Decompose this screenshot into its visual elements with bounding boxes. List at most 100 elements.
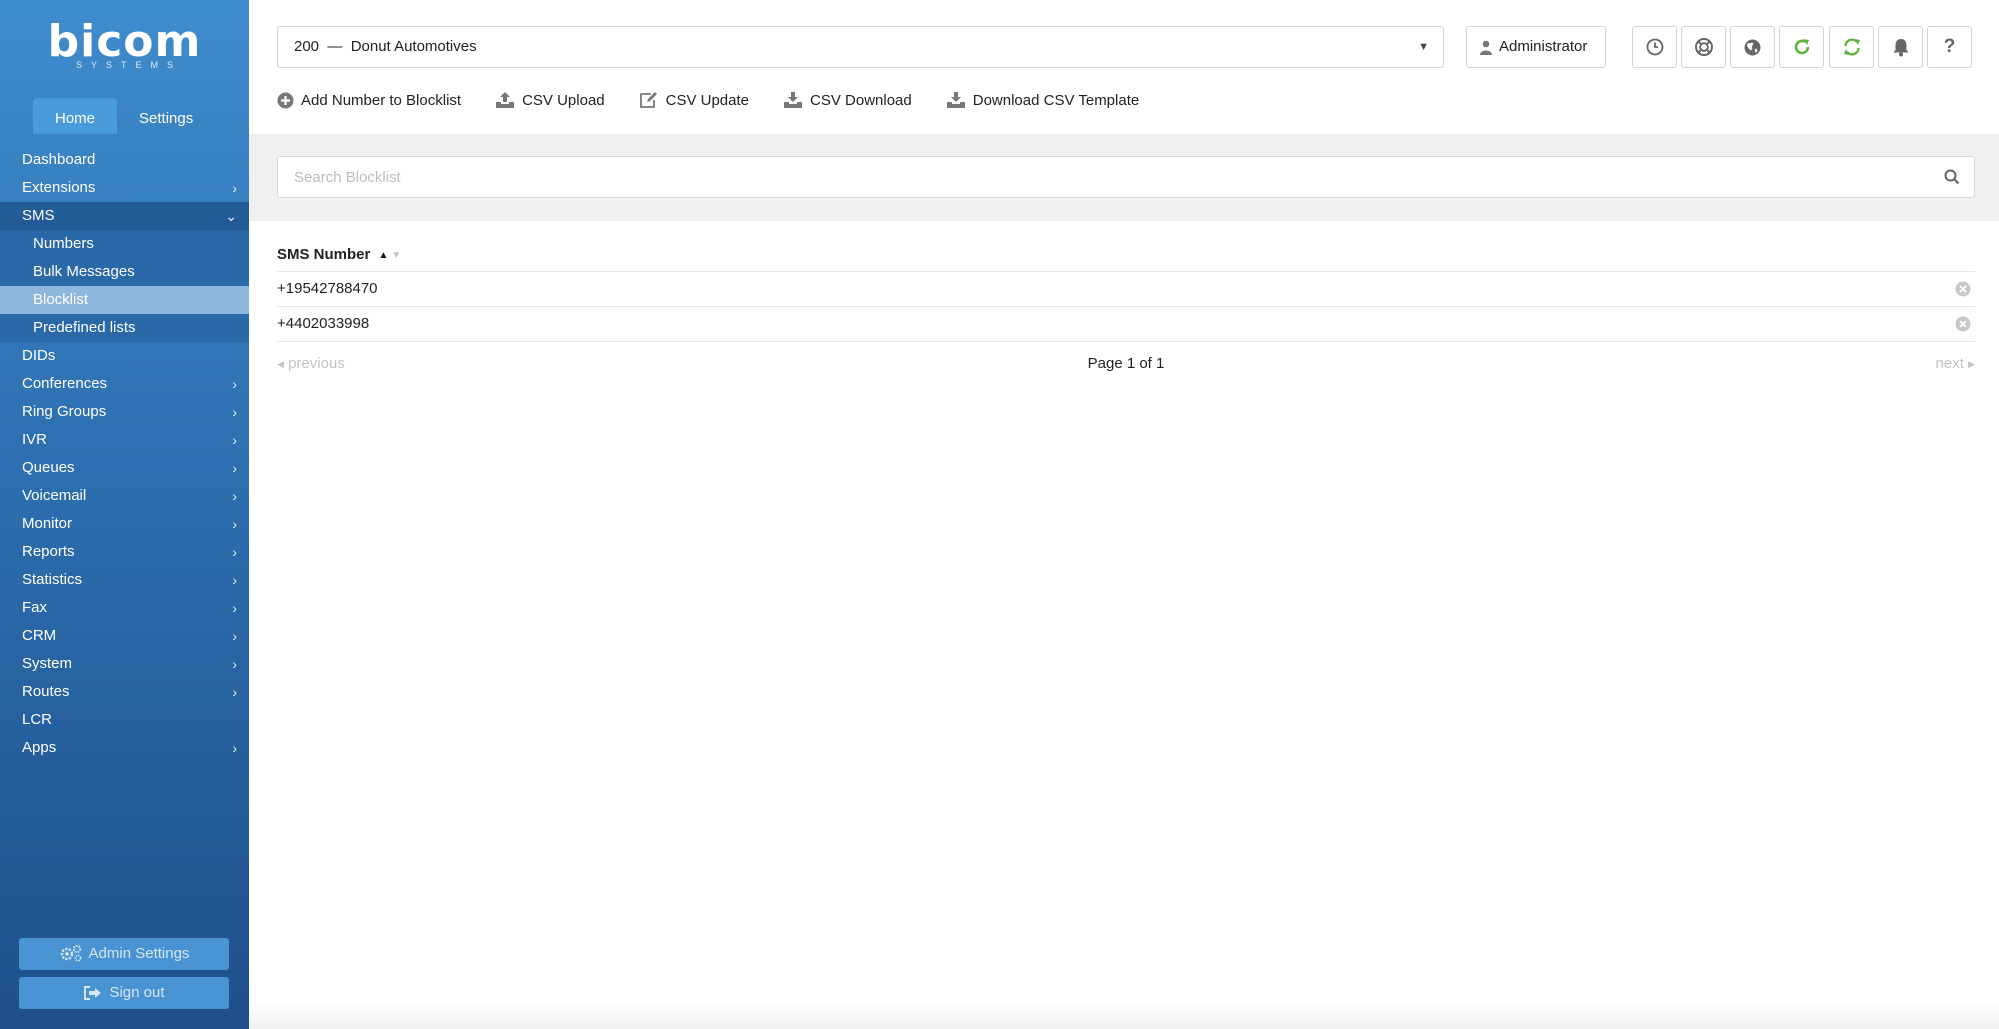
bottom-edge bbox=[249, 1000, 1999, 1029]
sidebar-item-conferences[interactable]: Conferences › bbox=[0, 370, 249, 398]
chevron-right-icon: › bbox=[232, 544, 237, 560]
sidebar-item-bulk-messages[interactable]: Bulk Messages bbox=[0, 258, 249, 286]
user-menu-button[interactable]: Administrator bbox=[1466, 26, 1606, 68]
sort-descending-icon: ▼ bbox=[391, 250, 402, 261]
add-number-button[interactable]: Add Number to Blocklist bbox=[277, 88, 461, 112]
sidebar-item-crm[interactable]: CRM › bbox=[0, 622, 249, 650]
pagination: Page 1 of 1 ◀ previous next ▶ bbox=[277, 353, 1975, 375]
sidebar-item-sms[interactable]: SMS ⌄ bbox=[0, 202, 249, 230]
sign-out-button[interactable]: Sign out bbox=[19, 977, 229, 1009]
logo-text: bicom bbox=[47, 16, 202, 67]
remove-icon[interactable] bbox=[1955, 316, 1971, 332]
chevron-right-icon: › bbox=[232, 516, 237, 532]
column-sms-number[interactable]: SMS Number bbox=[277, 246, 370, 263]
csv-upload-button[interactable]: CSV Upload bbox=[495, 88, 605, 112]
csv-upload-label: CSV Upload bbox=[522, 91, 605, 109]
sidebar-item-voicemail[interactable]: Voicemail › bbox=[0, 482, 249, 510]
sms-number-cell: +19542788470 bbox=[277, 280, 378, 297]
sidebar-item-label: Voicemail bbox=[22, 487, 87, 504]
chevron-right-icon: › bbox=[232, 376, 237, 392]
previous-page-link[interactable]: ◀ previous bbox=[277, 353, 345, 375]
language-button[interactable] bbox=[1730, 26, 1775, 68]
remove-icon[interactable] bbox=[1955, 281, 1971, 297]
sidebar-item-label: Dashboard bbox=[22, 151, 96, 168]
sidebar-item-ring-groups[interactable]: Ring Groups › bbox=[0, 398, 249, 426]
admin-settings-button[interactable]: Admin Settings bbox=[19, 938, 229, 970]
sidebar-item-label: LCR bbox=[22, 711, 53, 728]
sidebar-item-system[interactable]: System › bbox=[0, 650, 249, 678]
sidebar-item-ivr[interactable]: IVR › bbox=[0, 426, 249, 454]
history-button[interactable] bbox=[1632, 26, 1677, 68]
sidebar-item-routes[interactable]: Routes › bbox=[0, 678, 249, 706]
csv-update-button[interactable]: CSV Update bbox=[639, 88, 749, 112]
sidebar-item-blocklist[interactable]: Blocklist bbox=[0, 286, 249, 314]
clock-icon bbox=[1646, 38, 1663, 56]
tenant-select[interactable]: 200 — Donut Automotives ▼ bbox=[277, 26, 1444, 68]
next-page-link[interactable]: next ▶ bbox=[1936, 353, 1975, 375]
sidebar-item-numbers[interactable]: Numbers bbox=[0, 230, 249, 258]
sidebar-item-label: Bulk Messages bbox=[33, 263, 135, 280]
search-input[interactable] bbox=[278, 157, 1918, 197]
sidebar-item-fax[interactable]: Fax › bbox=[0, 594, 249, 622]
sidebar-item-label: DIDs bbox=[22, 347, 56, 364]
sidebar-item-label: CRM bbox=[22, 627, 57, 644]
chevron-right-icon: › bbox=[232, 656, 237, 672]
user-icon bbox=[1480, 40, 1492, 55]
chevron-right-icon: › bbox=[232, 740, 237, 756]
csv-download-button[interactable]: CSV Download bbox=[783, 88, 912, 112]
sidebar-item-predefined-lists[interactable]: Predefined lists bbox=[0, 314, 249, 342]
help-button[interactable]: ? bbox=[1927, 26, 1972, 68]
sidebar-item-label: Ring Groups bbox=[22, 403, 107, 420]
support-button[interactable] bbox=[1681, 26, 1726, 68]
chevron-right-icon: › bbox=[232, 460, 237, 476]
sidebar-item-reports[interactable]: Reports › bbox=[0, 538, 249, 566]
csv-download-label: CSV Download bbox=[810, 91, 912, 109]
sidebar-item-label: Numbers bbox=[33, 235, 94, 252]
sidebar-item-lcr[interactable]: LCR bbox=[0, 706, 249, 734]
sidebar-tabs: Home Settings bbox=[33, 98, 215, 134]
sidebar-nav: Dashboard Extensions › SMS ⌄ Numbers Bulk … bbox=[0, 146, 249, 762]
sidebar: bicom SYSTEMS Home Settings Dashboard Ex… bbox=[0, 0, 249, 1029]
chevron-right-icon: › bbox=[232, 572, 237, 588]
download-template-button[interactable]: Download CSV Template bbox=[946, 88, 1139, 112]
search-icon[interactable] bbox=[1944, 169, 1960, 185]
sidebar-item-apps[interactable]: Apps › bbox=[0, 734, 249, 762]
sync-button[interactable] bbox=[1829, 26, 1874, 68]
reload-button[interactable] bbox=[1779, 26, 1824, 68]
sidebar-item-label: System bbox=[22, 655, 73, 672]
page-info: Page 1 of 1 bbox=[1087, 355, 1165, 372]
notifications-button[interactable] bbox=[1878, 26, 1923, 68]
next-label: next bbox=[1935, 355, 1964, 372]
tab-home[interactable]: Home bbox=[33, 98, 118, 134]
blocklist-toolbar: Add Number to Blocklist CSV Upload CSV U… bbox=[277, 88, 1173, 112]
sign-out-icon bbox=[84, 986, 102, 1000]
sidebar-item-monitor[interactable]: Monitor › bbox=[0, 510, 249, 538]
chevron-right-icon: › bbox=[232, 600, 237, 616]
sidebar-item-label: Statistics bbox=[22, 571, 83, 588]
sidebar-item-extensions[interactable]: Extensions › bbox=[0, 174, 249, 202]
sidebar-item-dashboard[interactable]: Dashboard bbox=[0, 146, 249, 174]
download-icon bbox=[784, 92, 803, 108]
add-number-label: Add Number to Blocklist bbox=[301, 91, 462, 109]
sms-number-cell: +4402033998 bbox=[277, 315, 370, 332]
download-icon bbox=[946, 92, 965, 108]
sidebar-item-label: Blocklist bbox=[33, 291, 89, 308]
bell-icon bbox=[1893, 38, 1908, 56]
sidebar-item-queues[interactable]: Queues › bbox=[0, 454, 249, 482]
tenant-select-value: 200 — Donut Automotives bbox=[294, 38, 477, 55]
chevron-right-icon: › bbox=[232, 488, 237, 504]
logo[interactable]: bicom SYSTEMS bbox=[0, 16, 249, 71]
sidebar-item-statistics[interactable]: Statistics › bbox=[0, 566, 249, 594]
chevron-right-icon: › bbox=[232, 684, 237, 700]
sidebar-item-label: Fax bbox=[22, 599, 48, 616]
sort-icon[interactable]: ▲ ▼ bbox=[379, 243, 402, 269]
tab-settings[interactable]: Settings bbox=[117, 98, 215, 134]
sidebar-item-dids[interactable]: DIDs bbox=[0, 342, 249, 370]
chevron-down-icon: ⌄ bbox=[225, 208, 237, 224]
sort-ascending-icon: ▲ bbox=[378, 250, 389, 261]
admin-settings-label: Admin Settings bbox=[88, 945, 190, 962]
chevron-right-icon: › bbox=[232, 180, 237, 196]
table-row: +4402033998 bbox=[277, 307, 1975, 342]
sidebar-item-label: Predefined lists bbox=[33, 319, 136, 336]
sign-out-label: Sign out bbox=[109, 984, 165, 1001]
